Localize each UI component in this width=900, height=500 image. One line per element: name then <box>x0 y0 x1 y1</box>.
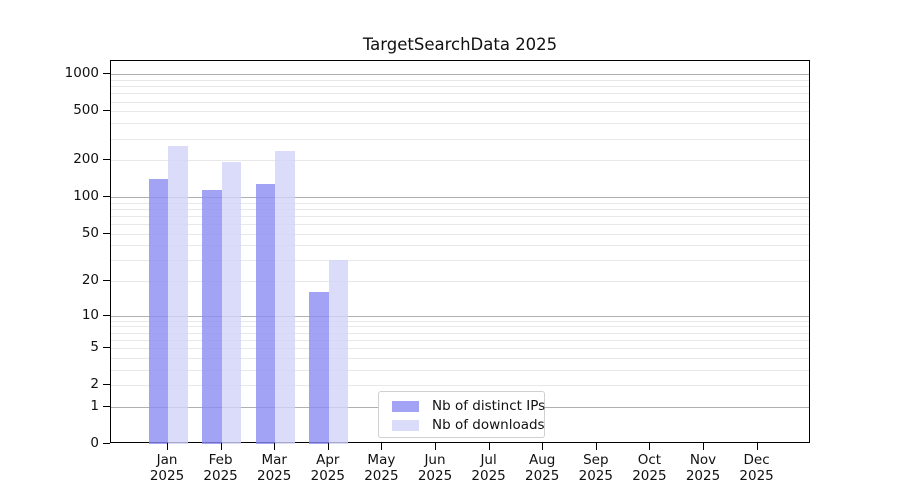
bar-nb-of-distinct-ips-jan <box>148 179 168 444</box>
legend-item-label: Nb of downloads <box>432 417 545 433</box>
x-tick-label-dec: Dec 2025 <box>739 452 774 484</box>
x-tick-mark <box>381 443 382 450</box>
chart-title: TargetSearchData 2025 <box>362 35 558 54</box>
x-tick-mark <box>274 443 275 450</box>
gridline-minor <box>111 80 809 82</box>
y-tick-label: 200 <box>73 151 99 168</box>
x-tick-mark <box>221 443 222 450</box>
y-tick-label: 20 <box>81 272 99 289</box>
y-tick-mark <box>103 443 110 444</box>
x-tick-mark <box>328 443 329 450</box>
gridline-minor <box>111 138 809 140</box>
gridline-minor <box>111 123 809 125</box>
legend: Nb of distinct IPs Nb of downloads <box>378 391 545 438</box>
legend-swatch-icon <box>392 419 419 431</box>
gridline-minor <box>111 160 809 162</box>
y-tick-mark <box>103 315 110 316</box>
bar-nb-of-distinct-ips-apr <box>309 292 329 444</box>
x-tick-mark <box>489 443 490 450</box>
gridline-major <box>111 74 809 76</box>
y-tick-label: 500 <box>73 102 99 119</box>
y-tick-mark <box>103 280 110 281</box>
x-tick-mark <box>167 443 168 450</box>
y-tick-mark <box>103 233 110 234</box>
y-tick-label: 50 <box>81 224 99 241</box>
y-tick-label: 10 <box>81 306 99 323</box>
y-tick-label: 1 <box>90 397 99 414</box>
y-tick-label: 0 <box>90 435 99 451</box>
y-tick-mark <box>103 347 110 348</box>
y-tick-label: 2 <box>90 376 99 393</box>
plot-area <box>110 60 810 444</box>
y-tick-mark <box>103 73 110 74</box>
chart-figure: TargetSearchData 2025 0 1 2 5 10 20 50 100 200 50… <box>0 0 900 500</box>
x-tick-mark <box>542 443 543 450</box>
bar-nb-of-downloads-apr <box>328 260 349 444</box>
gridline-minor <box>111 93 809 95</box>
gridline-minor <box>111 111 809 113</box>
bar-nb-of-downloads-jan <box>168 146 188 444</box>
x-tick-mark <box>703 443 704 450</box>
y-tick-label: 100 <box>73 188 99 205</box>
y-tick-label: 1000 <box>64 65 99 82</box>
y-tick-mark <box>103 110 110 111</box>
gridline-minor <box>111 86 809 88</box>
legend-item-label: Nb of distinct IPs <box>432 398 546 414</box>
bar-nb-of-distinct-ips-feb <box>202 189 222 444</box>
y-tick-mark <box>103 406 110 407</box>
gridline-minor <box>111 101 809 103</box>
bar-nb-of-downloads-mar <box>275 150 295 444</box>
bar-nb-of-distinct-ips-mar <box>255 184 276 444</box>
y-tick-mark <box>103 196 110 197</box>
x-tick-mark <box>649 443 650 450</box>
legend-item: Nb of distinct IPs <box>387 398 545 414</box>
y-tick-mark <box>103 159 110 160</box>
legend-swatch-icon <box>392 400 419 412</box>
y-tick-mark <box>103 384 110 385</box>
x-tick-mark <box>596 443 597 450</box>
bar-nb-of-downloads-feb <box>221 161 242 444</box>
x-tick-mark <box>757 443 758 450</box>
y-tick-label: 5 <box>90 339 99 356</box>
legend-item: Nb of downloads <box>387 417 545 433</box>
x-tick-mark <box>435 443 436 450</box>
